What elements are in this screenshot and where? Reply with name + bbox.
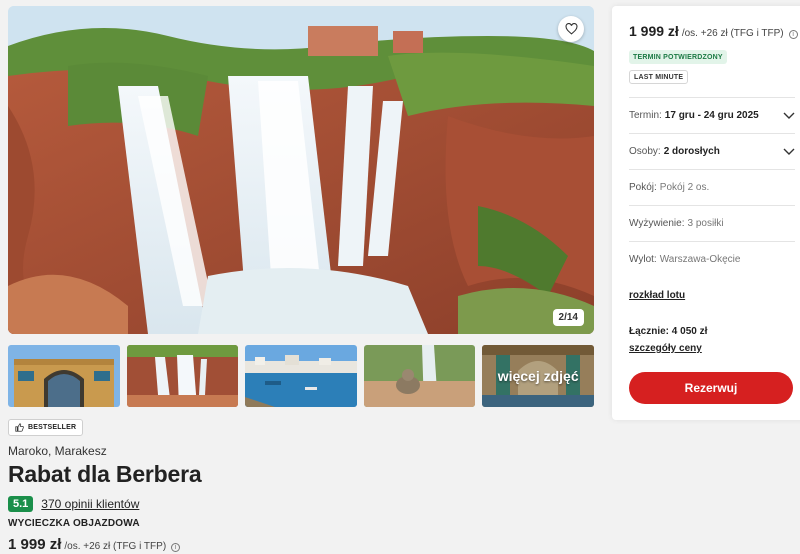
persons-label: Osoby: [629,146,661,157]
panel-price-value: 1 999 zł [629,23,679,39]
board-label: Wyżywienie: [629,218,685,229]
more-photos-label: więcej zdjęć [482,345,594,407]
confirmed-tag: TERMIN POTWIERDZONY [629,50,727,64]
offer-price-suffix: /os. +26 zł (TFG i TFP) [64,541,167,552]
offer-price: 1 999 zł /os. +26 zł (TFG i TFP) i [8,536,181,553]
thumbnail-gate[interactable] [8,345,120,407]
flight-schedule-link[interactable]: rozkład lotu [629,290,685,301]
total-price: Łącznie: 4 050 zł [629,326,707,337]
rating-badge: 5.1 [8,496,34,512]
term-value: 17 gru - 24 gru 2025 [664,110,759,121]
term-select[interactable]: Termin: 17 gru - 24 gru 2025 [629,97,795,133]
departure-row: Wylot: Warszawa-Okęcie [629,241,795,277]
chevron-down-icon [783,112,795,119]
location-text: Maroko, Marakesz [8,444,107,458]
thumbnail-strip: więcej zdjęć [8,345,594,407]
booking-panel: 1 999 zł /os. +26 zł (TFG i TFP) i TERMI… [612,6,800,420]
info-icon[interactable]: i [788,30,798,39]
offer-price-value: 1 999 zł [8,536,62,553]
chevron-down-icon [783,148,795,155]
last-minute-tag: LAST MINUTE [629,70,689,84]
departure-value: Warszawa-Okęcie [659,254,741,265]
bestseller-label: BESTSELLER [28,424,77,431]
tour-type: WYCIECZKA OBJAZDOWA [8,518,140,529]
room-label: Pokój: [629,182,657,193]
board-value: 3 posiłki [687,218,724,229]
thumbnail-harbor[interactable] [245,345,357,407]
main-photo[interactable]: 2/14 [8,6,594,334]
rating-row: 5.1 370 opinii klientów [8,496,139,512]
thumbnail-monkey[interactable] [363,345,476,407]
info-icon[interactable]: i [171,543,181,552]
offer-title: Rabat dla Berbera [8,461,202,487]
heart-icon [565,23,577,35]
persons-value: 2 dorosłych [663,146,720,157]
waterfall-photo [8,6,594,334]
board-row: Wyżywienie: 3 posiłki [629,205,795,241]
favorite-button[interactable] [558,16,584,42]
waterfall-thumb-photo [126,345,239,407]
panel-price-suffix: /os. +26 zł (TFG i TFP) [681,28,784,39]
departure-label: Wylot: [629,254,657,265]
total-value: 4 050 zł [671,326,708,337]
room-value: Pokój 2 os. [659,182,710,193]
photo-counter: 2/14 [552,309,584,326]
panel-price: 1 999 zł /os. +26 zł (TFG i TFP) i [629,23,798,39]
thumbnail-more[interactable]: więcej zdjęć [482,345,594,407]
term-label: Termin: [629,110,662,121]
book-button[interactable]: Rezerwuj [629,372,793,404]
reviews-link[interactable]: 370 opinii klientów [41,497,139,511]
room-row: Pokój: Pokój 2 os. [629,169,795,205]
monkey-photo [363,345,476,407]
bestseller-badge: BESTSELLER [8,419,84,436]
thumbs-up-icon [15,423,24,432]
thumbnail-waterfall[interactable] [126,345,239,407]
gate-photo [8,345,120,407]
price-details-link[interactable]: szczegóły ceny [629,343,702,354]
harbor-photo [245,345,357,407]
persons-select[interactable]: Osoby: 2 dorosłych [629,133,795,169]
total-label: Łącznie: [629,326,670,337]
